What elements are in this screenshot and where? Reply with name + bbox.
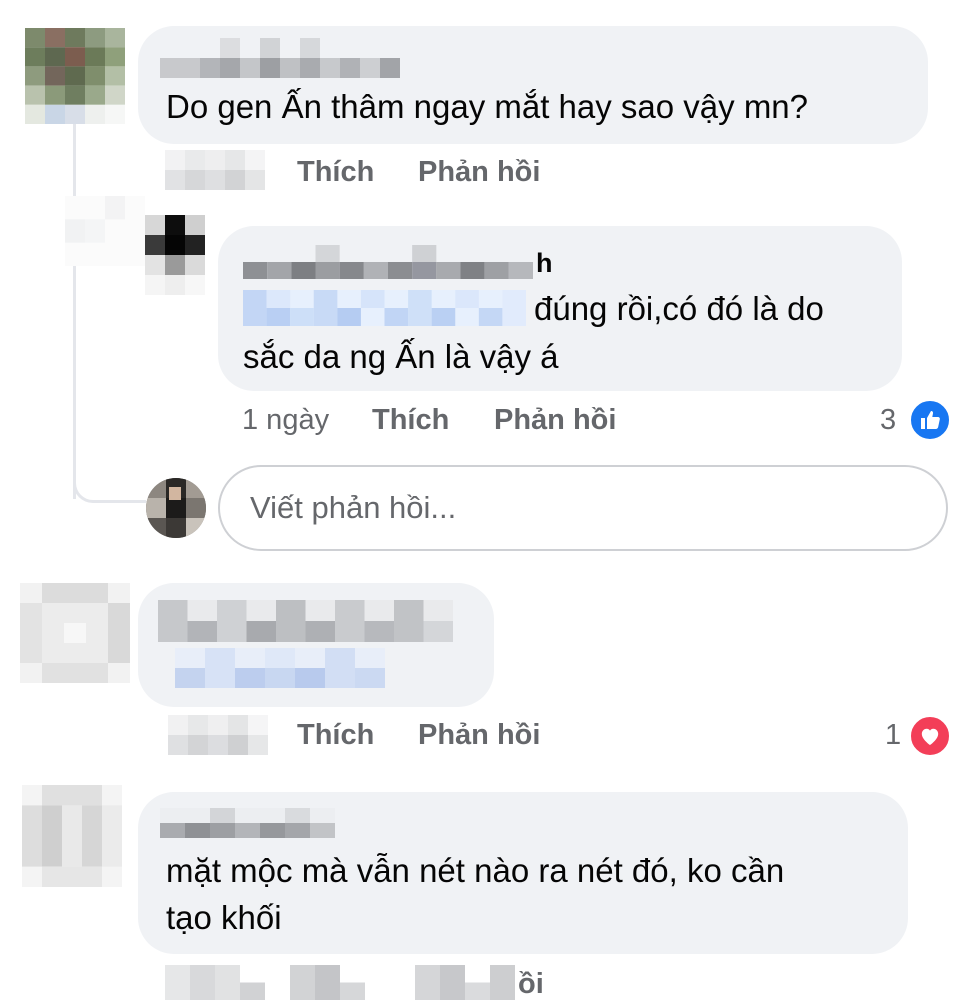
reply-input-placeholder: Viết phản hồi... [250, 490, 457, 525]
like-button[interactable]: Thích [297, 719, 374, 752]
avatar[interactable] [20, 583, 130, 683]
thread-connector [73, 124, 76, 499]
reply-button[interactable]: Phản hồi [494, 404, 616, 437]
comment-text-blurred [175, 648, 385, 688]
timestamp-blurred [168, 715, 268, 755]
timestamp-blurred [165, 150, 265, 190]
avatar[interactable] [22, 785, 122, 887]
reply-input[interactable]: Viết phản hồi... [218, 465, 948, 551]
author-name-blurred[interactable] [160, 38, 400, 78]
thread-branch-blurred [65, 196, 145, 266]
actions-row-blurred [165, 965, 515, 1000]
like-icon[interactable] [908, 398, 952, 442]
reply-timestamp[interactable]: 1 ngày [242, 404, 329, 437]
reply-button[interactable]: Phản hồi [418, 156, 540, 189]
reply-avatar[interactable] [145, 215, 205, 295]
author-name-blurred[interactable] [160, 808, 335, 838]
thread-connector-curve [73, 460, 146, 503]
reply-button[interactable]: Phản hồi [418, 719, 540, 752]
reply-button-partial[interactable]: ồi [518, 968, 544, 1001]
reaction-count[interactable]: 1 [885, 719, 901, 752]
current-user-avatar[interactable] [146, 478, 206, 538]
avatar[interactable] [25, 28, 125, 124]
author-name-blurred[interactable] [158, 600, 453, 642]
like-button[interactable]: Thích [297, 156, 374, 189]
comment-text: Do gen Ấn thâm ngay mắt hay sao vậy mn? [166, 88, 809, 125]
reply-author-name-tail[interactable]: h [536, 248, 553, 279]
comment-text-line-2: tạo khối [166, 899, 282, 936]
reply-text-line-1: đúng rồi,có đó là do [534, 290, 824, 327]
reply-text-line-2: sắc da ng Ấn là vậy á [243, 338, 559, 375]
reaction-count[interactable]: 3 [880, 404, 896, 437]
comment-text-line-1: mặt mộc mà vẫn nét nào ra nét đó, ko cần [166, 852, 785, 889]
heart-icon[interactable] [908, 714, 952, 758]
reply-author-blurred[interactable] [243, 245, 533, 279]
mention-tag-blurred[interactable] [243, 290, 526, 326]
like-button[interactable]: Thích [372, 404, 449, 437]
